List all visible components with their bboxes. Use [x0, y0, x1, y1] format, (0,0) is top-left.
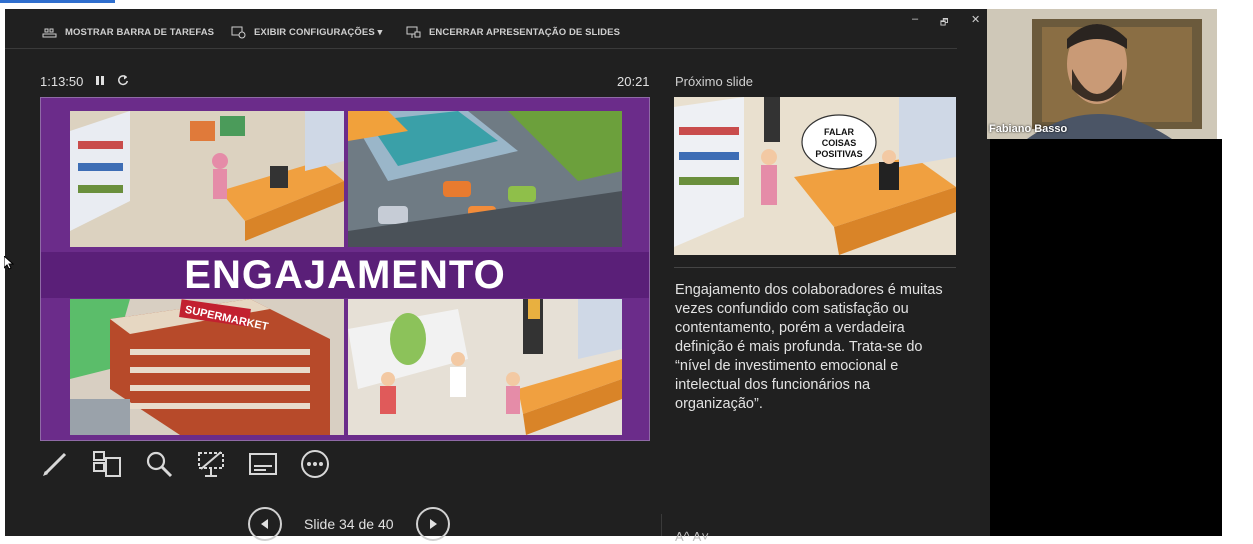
end-slideshow-button[interactable]: ENCERRAR APRESENTAÇÃO DE SLIDES	[406, 24, 620, 40]
video-gallery-empty-area	[990, 139, 1222, 536]
current-time: 20:21	[617, 74, 650, 89]
pen-icon[interactable]	[40, 449, 70, 479]
presenter-toolbar: MOSTRAR BARRA DE TAREFAS EXIBIR CONFIGUR…	[5, 9, 980, 49]
slide-title: ENGAJAMENTO	[41, 252, 649, 298]
chevron-right-icon	[429, 519, 437, 529]
taskbar-icon	[42, 26, 57, 39]
slide-image-parking-lot	[348, 111, 622, 247]
slideshow-timer: 1:13:50	[40, 74, 129, 89]
display-settings-label: EXIBIR CONFIGURAÇÕES ▾	[254, 26, 383, 38]
see-all-slides-icon[interactable]	[92, 449, 122, 479]
notes-separator	[674, 267, 956, 268]
end-slideshow-label: ENCERRAR APRESENTAÇÃO DE SLIDES	[429, 26, 621, 38]
close-button[interactable]: ✕	[971, 13, 980, 26]
display-settings-icon	[231, 26, 246, 39]
mouse-pointer-icon	[3, 254, 15, 275]
show-taskbar-button[interactable]: MOSTRAR BARRA DE TAREFAS	[42, 24, 214, 40]
presenter-view: MOSTRAR BARRA DE TAREFAS EXIBIR CONFIGUR…	[5, 9, 990, 544]
current-slide[interactable]: ENGAJAMENTO SUPERMARKET	[40, 97, 650, 441]
more-options-icon[interactable]	[300, 449, 330, 479]
presenter-tools	[40, 449, 330, 479]
next-slide-thumbnail[interactable]: FALAR COISAS POSITIVAS	[674, 97, 956, 255]
subtitles-icon[interactable]	[248, 449, 278, 479]
show-taskbar-label: MOSTRAR BARRA DE TAREFAS	[65, 26, 215, 38]
elapsed-time: 1:13:50	[40, 74, 84, 89]
app-accent-bar	[0, 0, 115, 3]
restore-button[interactable]: 🗗	[940, 15, 948, 31]
svg-text:POSITIVAS: POSITIVAS	[815, 149, 862, 159]
pane-divider[interactable]	[661, 514, 662, 536]
svg-text:COISAS: COISAS	[822, 138, 857, 148]
slide-image-supermarket-building: SUPERMARKET	[70, 299, 344, 435]
pause-icon[interactable]	[95, 74, 105, 89]
chevron-left-icon	[261, 519, 268, 529]
participant-camera-feed	[987, 9, 1217, 139]
participant-name: Fabiano Basso	[989, 123, 1068, 135]
participant-video[interactable]: Fabiano Basso	[987, 9, 1217, 139]
speaker-notes[interactable]: Engajamento dos colaboradores é muitas v…	[675, 281, 960, 414]
reset-icon[interactable]	[117, 74, 129, 89]
display-settings-button[interactable]: EXIBIR CONFIGURAÇÕES ▾	[231, 24, 382, 40]
notes-font-size-controls[interactable]: A^ A˅	[675, 529, 709, 544]
end-slideshow-icon	[406, 26, 421, 39]
slide-counter: Slide 34 de 40	[304, 516, 394, 532]
pointer-screen-icon[interactable]	[196, 449, 226, 479]
minimize-button[interactable]: –	[912, 13, 918, 25]
slide-image-checkout	[348, 299, 622, 435]
slide-image-store-shelves	[70, 111, 344, 247]
zoom-icon[interactable]	[144, 449, 174, 479]
next-slide-label: Próximo slide	[675, 74, 754, 89]
svg-text:FALAR: FALAR	[824, 127, 854, 137]
